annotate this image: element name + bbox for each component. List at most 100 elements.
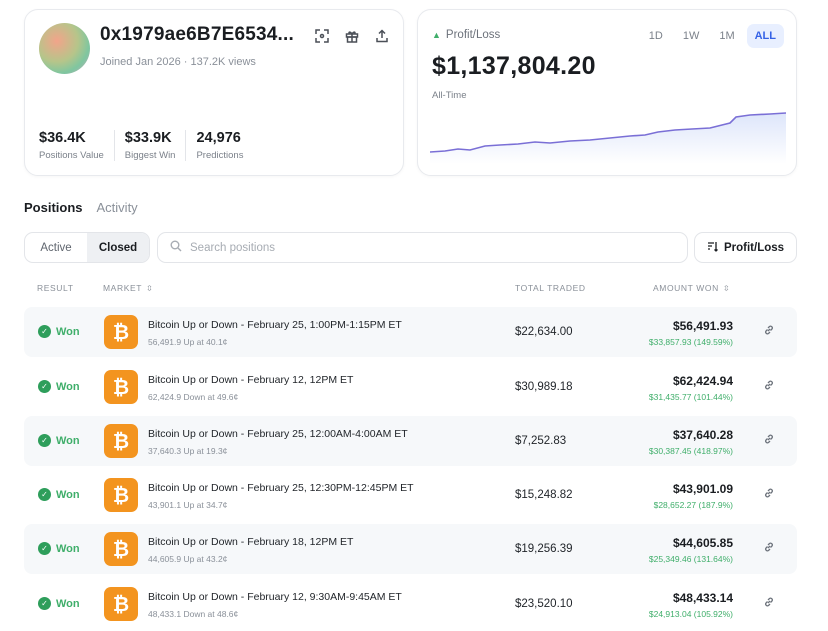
pl-sparkline [430, 112, 786, 164]
stat-label: Predictions [196, 150, 244, 161]
amount-won: $56,491.93 [672, 319, 733, 333]
sort-icon [707, 241, 718, 255]
market-subtitle: 37,640.3 Up at 19.3¢ [148, 446, 228, 456]
result-label: Won [56, 325, 80, 338]
sort-button[interactable]: Profit/Loss [694, 232, 797, 263]
stat-positions-value: $36.4K Positions Value [39, 130, 115, 161]
market-subtitle: 48,433.1 Down at 48.6¢ [148, 609, 239, 619]
up-triangle-icon: ▲ [432, 30, 441, 40]
closed-filter-button[interactable]: Closed [87, 233, 149, 262]
profile-card: 0x1979ae6B7E6534... Joined Jan 2026 · 13… [24, 9, 404, 176]
link-icon[interactable] [763, 541, 777, 555]
bitcoin-icon: ₿ [104, 587, 138, 621]
table-row[interactable]: ✓ Won ₿ Bitcoin Up or Down - February 12,… [24, 579, 797, 629]
table-row[interactable]: ✓ Won ₿ Bitcoin Up or Down - February 25,… [24, 416, 797, 466]
market-subtitle: 62,424.9 Down at 49.6¢ [148, 392, 239, 402]
result-won: ✓ Won [38, 380, 80, 393]
active-filter-button[interactable]: Active [25, 233, 87, 262]
col-header-result: RESULT [37, 283, 74, 293]
profit-amount: $30,387.45 (418.97%) [648, 446, 733, 456]
amount-won: $48,433.14 [672, 591, 733, 605]
market-subtitle: 56,491.9 Up at 40.1¢ [148, 337, 228, 347]
total-traded: $23,520.10 [515, 598, 573, 610]
range-all-button[interactable]: ALL [746, 24, 784, 48]
market-subtitle: 43,901.1 Up at 34.7¢ [148, 500, 228, 510]
avatar[interactable] [39, 23, 90, 74]
stat-predictions: 24,976 Predictions [196, 130, 253, 161]
col-header-market[interactable]: MARKET ⇳ [103, 283, 153, 293]
total-traded: $30,989.18 [515, 381, 573, 393]
result-label: Won [56, 434, 80, 447]
expand-icon[interactable] [314, 28, 330, 44]
link-icon[interactable] [763, 433, 777, 447]
check-circle-icon: ✓ [38, 380, 51, 393]
profile-username[interactable]: 0x1979ae6B7E6534... [100, 24, 294, 46]
check-circle-icon: ✓ [38, 542, 51, 555]
check-circle-icon: ✓ [38, 597, 51, 610]
sort-label: Profit/Loss [723, 241, 785, 254]
result-label: Won [56, 380, 80, 393]
range-1m-button[interactable]: 1M [711, 24, 742, 48]
profit-amount: $28,652.27 (187.9%) [653, 500, 733, 510]
link-icon[interactable] [763, 379, 777, 393]
bitcoin-icon: ₿ [104, 532, 138, 566]
tab-activity[interactable]: Activity [97, 200, 138, 215]
table-row[interactable]: ✓ Won ₿ Bitcoin Up or Down - February 25,… [24, 307, 797, 357]
check-circle-icon: ✓ [38, 325, 51, 338]
market-title[interactable]: Bitcoin Up or Down - February 25, 12:30P… [148, 482, 414, 494]
market-title[interactable]: Bitcoin Up or Down - February 18, 12PM E… [148, 536, 353, 548]
range-1d-button[interactable]: 1D [641, 24, 671, 48]
result-won: ✓ Won [38, 542, 80, 555]
search-box [157, 232, 688, 263]
result-label: Won [56, 542, 80, 555]
stat-value: 24,976 [196, 130, 241, 146]
col-header-total-traded: TOTAL TRADED [515, 283, 586, 293]
total-traded: $15,248.82 [515, 489, 573, 501]
profit-amount: $31,435.77 (101.44%) [648, 392, 733, 402]
col-header-market-label: MARKET [103, 283, 143, 293]
col-header-amount-won[interactable]: AMOUNT WON ⇳ [653, 283, 730, 293]
stat-biggest-win: $33.9K Biggest Win [125, 130, 187, 161]
search-input[interactable] [190, 241, 670, 254]
share-icon[interactable] [374, 28, 390, 44]
profile-meta: Joined Jan 2026 · 137.2K views [100, 56, 256, 68]
profit-amount: $24,913.04 (105.92%) [648, 609, 733, 619]
link-icon[interactable] [763, 487, 777, 501]
pl-label: ▲ Profit/Loss [432, 29, 500, 41]
amount-won: $43,901.09 [672, 482, 733, 496]
profit-loss-card: ▲ Profit/Loss $1,137,804.20 All-Time 1D … [417, 9, 797, 176]
bitcoin-icon: ₿ [104, 370, 138, 404]
check-circle-icon: ✓ [38, 488, 51, 501]
amount-won: $44,605.85 [672, 536, 733, 550]
amount-won: $37,640.28 [672, 428, 733, 442]
table-row[interactable]: ✓ Won ₿ Bitcoin Up or Down - February 25,… [24, 470, 797, 520]
market-title[interactable]: Bitcoin Up or Down - February 12, 9:30AM… [148, 591, 402, 603]
check-circle-icon: ✓ [38, 434, 51, 447]
table-row[interactable]: ✓ Won ₿ Bitcoin Up or Down - February 18,… [24, 524, 797, 574]
profit-amount: $25,349.46 (131.64%) [648, 554, 733, 564]
pl-label-text: Profit/Loss [445, 29, 501, 41]
sort-arrows-icon: ⇳ [146, 283, 154, 293]
result-won: ✓ Won [38, 325, 80, 338]
gift-icon[interactable] [344, 28, 360, 44]
table-row[interactable]: ✓ Won ₿ Bitcoin Up or Down - February 12,… [24, 362, 797, 412]
search-icon [170, 239, 182, 257]
range-1w-button[interactable]: 1W [675, 24, 708, 48]
bitcoin-icon: ₿ [104, 478, 138, 512]
market-title[interactable]: Bitcoin Up or Down - February 12, 12PM E… [148, 374, 353, 386]
stat-value: $36.4K [39, 130, 86, 146]
bitcoin-icon: ₿ [104, 315, 138, 349]
link-icon[interactable] [763, 596, 777, 610]
range-selector: 1D 1W 1M ALL [641, 24, 784, 48]
sort-arrows-icon: ⇳ [722, 283, 731, 293]
market-title[interactable]: Bitcoin Up or Down - February 25, 1:00PM… [148, 319, 402, 331]
link-icon[interactable] [763, 324, 777, 338]
profile-stats: $36.4K Positions Value $33.9K Biggest Wi… [39, 130, 263, 161]
result-label: Won [56, 488, 80, 501]
market-subtitle: 44,605.9 Up at 43.2¢ [148, 554, 228, 564]
result-label: Won [56, 597, 80, 610]
pl-value: $1,137,804.20 [432, 52, 596, 80]
market-title[interactable]: Bitcoin Up or Down - February 25, 12:00A… [148, 428, 408, 440]
stat-value: $33.9K [124, 130, 172, 146]
tab-positions[interactable]: Positions [24, 200, 83, 215]
